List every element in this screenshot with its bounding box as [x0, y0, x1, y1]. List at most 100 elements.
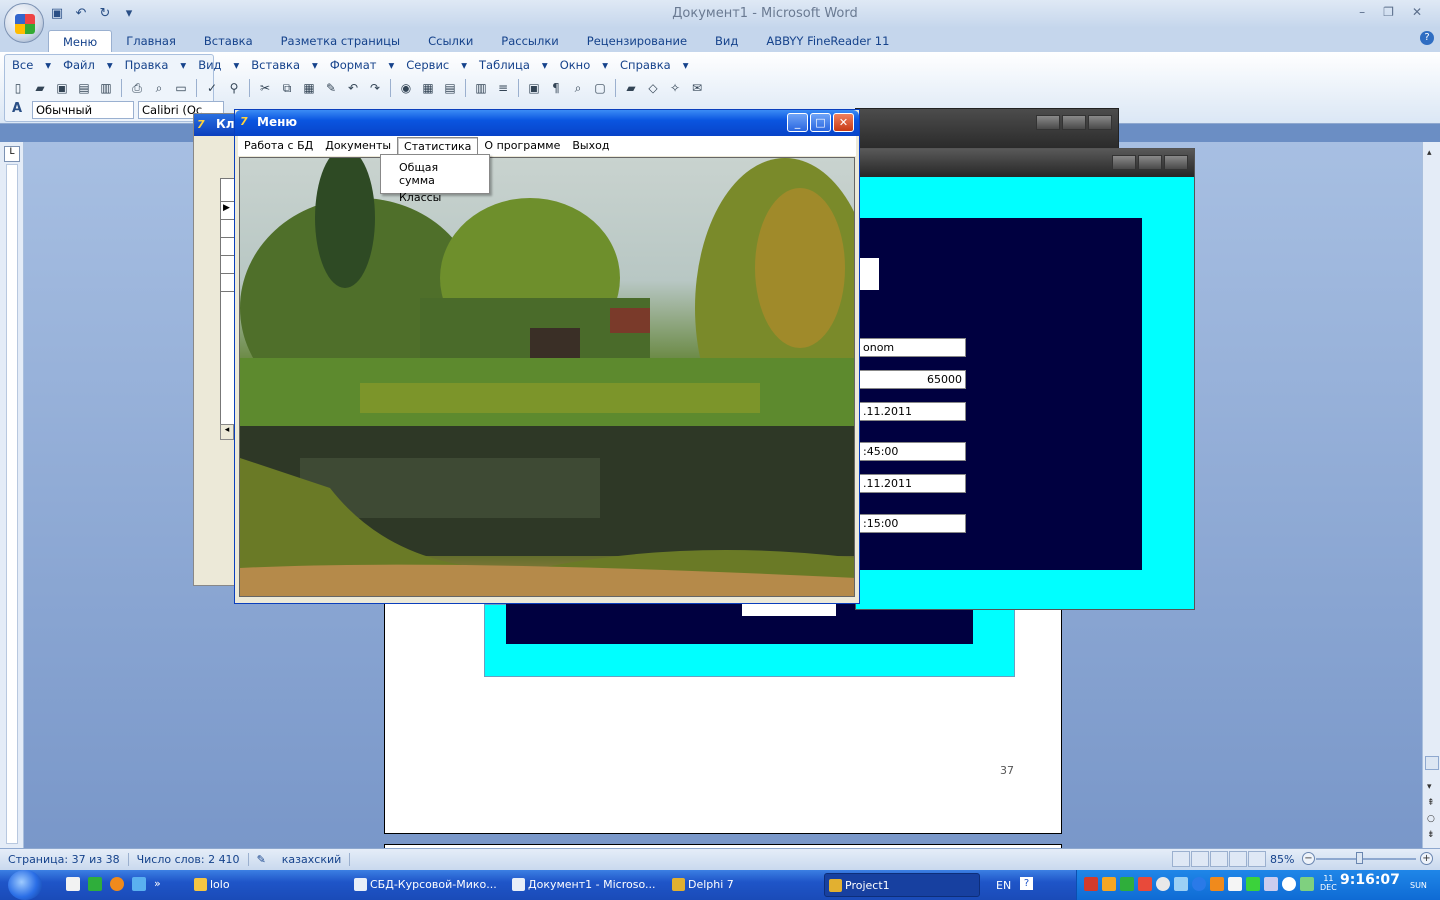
hyperlink-icon[interactable]: ◉ — [396, 78, 416, 98]
menu-statistics[interactable]: Статистика — [397, 137, 479, 155]
scroll-thumb[interactable] — [1425, 756, 1439, 770]
tab-page-layout[interactable]: Разметка страницы — [267, 30, 414, 52]
menu-file[interactable]: Файл — [57, 57, 101, 73]
web-layout-icon[interactable] — [1210, 851, 1228, 867]
menu-tools[interactable]: Сервис — [400, 57, 455, 73]
pdf-icon[interactable]: ▥ — [96, 78, 116, 98]
minimize-icon[interactable] — [1036, 115, 1060, 130]
status-words[interactable]: Число слов: 2 410 — [129, 853, 249, 866]
scroll-up-icon[interactable]: ▴ — [1427, 148, 1432, 158]
minimize-icon[interactable]: _ — [787, 113, 808, 132]
maximize-icon[interactable] — [1138, 155, 1162, 170]
menu-edit[interactable]: Правка — [119, 57, 175, 73]
tray-app-icon[interactable] — [1156, 877, 1170, 891]
insert-table-icon[interactable]: ▤ — [440, 78, 460, 98]
paste-icon[interactable]: ▦ — [299, 78, 319, 98]
menu-documents[interactable]: Документы — [319, 137, 397, 155]
app-launch-icon[interactable] — [88, 877, 102, 891]
vertical-scrollbar[interactable]: ▴ ▾ ⇞ ○ ⇟ — [1422, 142, 1440, 848]
new-doc-icon[interactable]: ▯ — [8, 78, 28, 98]
maximize-icon[interactable] — [1062, 115, 1086, 130]
open-icon[interactable]: ▰ — [30, 78, 50, 98]
clock-time[interactable]: 9:16:07 — [1340, 872, 1400, 888]
task-word-document1[interactable]: Документ1 - Microso... — [508, 873, 658, 897]
tab-abbyy[interactable]: ABBYY FineReader 11 — [752, 30, 903, 52]
name-field[interactable]: onom — [859, 338, 966, 357]
menu-table[interactable]: Таблица — [473, 57, 536, 73]
volume-icon[interactable] — [1282, 877, 1296, 891]
tray-app-icon[interactable] — [1120, 877, 1134, 891]
menu-about[interactable]: О программе — [478, 137, 566, 155]
restore-icon[interactable]: ❐ — [1383, 5, 1394, 19]
grid-scroll-left-icon[interactable]: ◂ — [220, 424, 234, 440]
redo-icon[interactable]: ↷ — [365, 78, 385, 98]
menu-item-classes[interactable]: Классы — [381, 189, 489, 206]
save-icon[interactable]: ▣ — [52, 78, 72, 98]
menu-help[interactable]: Справка — [614, 57, 677, 73]
spellcheck-icon[interactable]: ✎ — [249, 853, 274, 866]
shapes-icon[interactable]: ◇ — [643, 78, 663, 98]
tray-app-icon[interactable] — [1228, 877, 1242, 891]
close-icon[interactable]: ✕ — [833, 113, 854, 132]
research-icon[interactable]: ⚲ — [224, 78, 244, 98]
fullscreen-icon[interactable]: ▢ — [590, 78, 610, 98]
highlight-icon[interactable]: ✧ — [665, 78, 685, 98]
prev-page-icon[interactable]: ⇞ — [1427, 798, 1435, 808]
task-word-coursework[interactable]: СБД-Курсовой-Мико... — [350, 873, 500, 897]
tray-app-icon[interactable] — [1084, 877, 1098, 891]
tab-mailings[interactable]: Рассылки — [487, 30, 572, 52]
tab-home[interactable]: Главная — [112, 30, 190, 52]
menu-insert[interactable]: Вставка — [245, 57, 306, 73]
print-icon[interactable]: ⎙ — [127, 78, 147, 98]
menu-format[interactable]: Формат — [324, 57, 383, 73]
ruler-toggle-button[interactable]: L — [4, 146, 20, 162]
status-language[interactable]: казахский — [274, 853, 351, 866]
form-window[interactable]: onom 65000 .11.2011 :45:00 .11.2011 :15:… — [855, 148, 1195, 610]
network-icon[interactable] — [1300, 877, 1314, 891]
expand-quick-launch-icon[interactable]: » — [154, 877, 161, 891]
time-to-field[interactable]: :15:00 — [859, 514, 966, 533]
minimize-icon[interactable]: – — [1359, 5, 1365, 19]
scroll-down-icon[interactable]: ▾ — [1427, 782, 1432, 792]
dark-window[interactable] — [855, 108, 1119, 150]
tab-insert[interactable]: Вставка — [190, 30, 267, 52]
close-icon[interactable]: ✕ — [1412, 5, 1422, 19]
format-painter-icon[interactable]: ✎ — [321, 78, 341, 98]
time-from-field[interactable]: :45:00 — [859, 442, 966, 461]
drawing-icon[interactable]: ≡ — [493, 78, 513, 98]
close-icon[interactable] — [1164, 155, 1188, 170]
cut-icon[interactable]: ✂ — [255, 78, 275, 98]
tab-review[interactable]: Рецензирование — [573, 30, 701, 52]
tray-app-icon[interactable] — [1138, 877, 1152, 891]
tray-app-icon[interactable] — [1264, 877, 1278, 891]
office-button[interactable] — [4, 3, 44, 43]
style-select[interactable]: Обычный — [32, 101, 134, 119]
read-icon[interactable]: ▭ — [171, 78, 191, 98]
language-indicator[interactable]: EN — [996, 879, 1011, 892]
word-launch-icon[interactable] — [66, 877, 80, 891]
menu-exit[interactable]: Выход — [566, 137, 615, 155]
zoom-icon[interactable]: ⌕ — [568, 78, 588, 98]
tray-app-icon[interactable] — [1102, 877, 1116, 891]
zoom-in-icon[interactable]: + — [1420, 852, 1433, 865]
task-delphi[interactable]: Delphi 7 — [668, 873, 818, 897]
print-layout-icon[interactable] — [1172, 851, 1190, 867]
data-grid[interactable]: ▶ — [220, 178, 236, 440]
tab-menu[interactable]: Меню — [48, 30, 113, 52]
minimize-icon[interactable] — [1112, 155, 1136, 170]
tray-app-icon[interactable] — [1210, 877, 1224, 891]
menu-item-total-sum[interactable]: Общая сумма — [381, 159, 489, 189]
tables-icon[interactable]: ▦ — [418, 78, 438, 98]
full-screen-reading-icon[interactable] — [1191, 851, 1209, 867]
tray-app-icon[interactable] — [1192, 877, 1206, 891]
zoom-slider[interactable] — [1316, 858, 1416, 860]
envelope-icon[interactable]: ✉ — [687, 78, 707, 98]
doc-map-icon[interactable]: ▣ — [524, 78, 544, 98]
permission-icon[interactable]: ▤ — [74, 78, 94, 98]
close-icon[interactable] — [1088, 115, 1112, 130]
tray-app-icon[interactable] — [1174, 877, 1188, 891]
zoom-out-icon[interactable]: − — [1302, 852, 1315, 865]
print-preview-icon[interactable]: ⌕ — [149, 78, 169, 98]
help-icon[interactable]: ? — [1420, 31, 1434, 45]
date-to-field[interactable]: .11.2011 — [859, 474, 966, 493]
